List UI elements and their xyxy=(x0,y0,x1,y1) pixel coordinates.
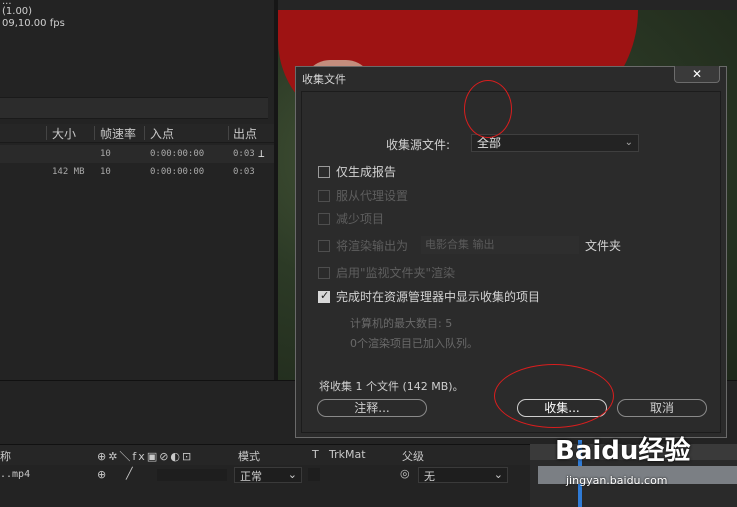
checkbox-watch-folder[interactable] xyxy=(318,267,330,279)
layer-name[interactable]: ..mp4 xyxy=(0,469,30,480)
row-in: 0:00:00:00 xyxy=(150,149,205,159)
obey-proxy-label[interactable]: 服从代理设置 xyxy=(336,187,408,204)
row-in: 0:00:00:00 xyxy=(150,167,205,177)
column-parent[interactable]: 父级 xyxy=(402,448,424,464)
close-button[interactable]: ✕ xyxy=(674,66,720,83)
chevron-down-icon: ⌄ xyxy=(287,468,297,481)
checkbox-show-in-explorer[interactable] xyxy=(318,289,330,303)
project-column-header: 大小 帧速率 入点 出点 xyxy=(0,124,274,143)
chevron-down-icon: ⌄ xyxy=(624,137,633,148)
footage-info-line3: 09,10.00 fps xyxy=(2,18,65,29)
project-row-composition[interactable]: 10 0:00:00:00 0:03 ⊥ xyxy=(0,145,274,163)
watermark-url: jingyan.baidu.com xyxy=(566,474,668,487)
column-separator[interactable] xyxy=(94,126,95,140)
checkbox-obey-proxy[interactable] xyxy=(318,190,330,202)
column-t[interactable]: T xyxy=(312,448,319,461)
shy-icon[interactable]: ⊕ xyxy=(97,468,106,481)
timeline-layer-row[interactable]: ..mp4 ⊕ ╱ 正常 ⌄ ◎ 无 ⌄ xyxy=(0,465,530,485)
change-render-output-label[interactable]: 将渲染输出为 xyxy=(336,237,408,254)
column-fps[interactable]: 帧速率 xyxy=(100,125,136,142)
mode-value: 正常 xyxy=(240,470,262,483)
column-out-point[interactable]: 出点 xyxy=(233,125,257,142)
dialog-title: 收集文件 xyxy=(302,73,346,86)
column-trkmat[interactable]: TrkMat xyxy=(329,448,366,461)
show-in-explorer-label[interactable]: 完成时在资源管理器中显示收集的项目 xyxy=(336,288,540,305)
mode-dropdown[interactable]: 正常 ⌄ xyxy=(234,467,302,483)
project-row-footage[interactable]: 142 MB 10 0:00:00:00 0:03 xyxy=(0,163,274,181)
watch-folder-label[interactable]: 启用"监视文件夹"渲染 xyxy=(336,264,455,281)
switches-icons[interactable]: ⊕✲＼fx▣⊘◐⊡ xyxy=(97,448,193,464)
baidu-jingyan-watermark: Baidu经验 xyxy=(555,436,691,466)
column-mode[interactable]: 模式 xyxy=(238,448,260,464)
column-source-name[interactable]: 称 xyxy=(0,448,11,464)
column-in-point[interactable]: 入点 xyxy=(150,125,174,142)
source-files-label: 收集源文件: xyxy=(386,138,451,152)
footage-info-line2: (1.00) xyxy=(2,6,33,17)
viewer-tab-bar xyxy=(278,0,737,10)
parent-dropdown[interactable]: 无 ⌄ xyxy=(418,467,508,483)
project-panel: ... (1.00) 09,10.00 fps xyxy=(0,0,274,88)
project-search-bar[interactable] xyxy=(0,97,268,119)
checkbox-reduce-project[interactable] xyxy=(318,213,330,225)
folder-suffix-label: 文件夹 xyxy=(585,239,622,253)
source-files-dropdown[interactable]: 全部 ⌄ xyxy=(471,134,639,152)
column-separator[interactable] xyxy=(46,126,47,140)
chevron-down-icon: ⌄ xyxy=(493,468,503,481)
source-files-value: 全部 xyxy=(477,136,502,150)
parent-value: 无 xyxy=(424,470,435,483)
row-fps: 10 xyxy=(100,149,111,159)
queued-items-text: 0个渲染项目已加入队列。 xyxy=(350,337,478,350)
quality-icon[interactable]: ╱ xyxy=(126,467,133,480)
close-icon: ✕ xyxy=(691,67,703,81)
report-only-label[interactable]: 仅生成报告 xyxy=(336,163,396,180)
render-folder-field[interactable]: 电影合集 输出 xyxy=(421,236,579,254)
flowchart-icon[interactable]: ⊥ xyxy=(258,147,265,160)
preserve-transparency-box[interactable] xyxy=(308,468,320,481)
column-separator[interactable] xyxy=(228,126,229,140)
row-size: 142 MB xyxy=(52,167,85,177)
cancel-button[interactable]: 取消 xyxy=(617,399,707,417)
column-separator[interactable] xyxy=(144,126,145,140)
max-machines-text: 计算机的最大数目: 5 xyxy=(350,317,453,330)
annotation-circle xyxy=(494,364,614,428)
notes-button[interactable]: 注释... xyxy=(317,399,427,417)
row-out: 0:03 xyxy=(233,167,255,177)
row-fps: 10 xyxy=(100,167,111,177)
reduce-project-label[interactable]: 减少项目 xyxy=(336,210,384,227)
column-size[interactable]: 大小 xyxy=(52,125,76,142)
checkbox-report-only[interactable] xyxy=(318,166,330,178)
pickwhip-icon[interactable]: ◎ xyxy=(400,467,410,480)
switch-boxes[interactable] xyxy=(157,469,227,481)
checkbox-change-render-output[interactable] xyxy=(318,240,330,252)
annotation-circle xyxy=(464,80,512,138)
row-out: 0:03 xyxy=(233,149,255,159)
collect-summary: 将收集 1 个文件 (142 MB)。 xyxy=(319,380,464,393)
